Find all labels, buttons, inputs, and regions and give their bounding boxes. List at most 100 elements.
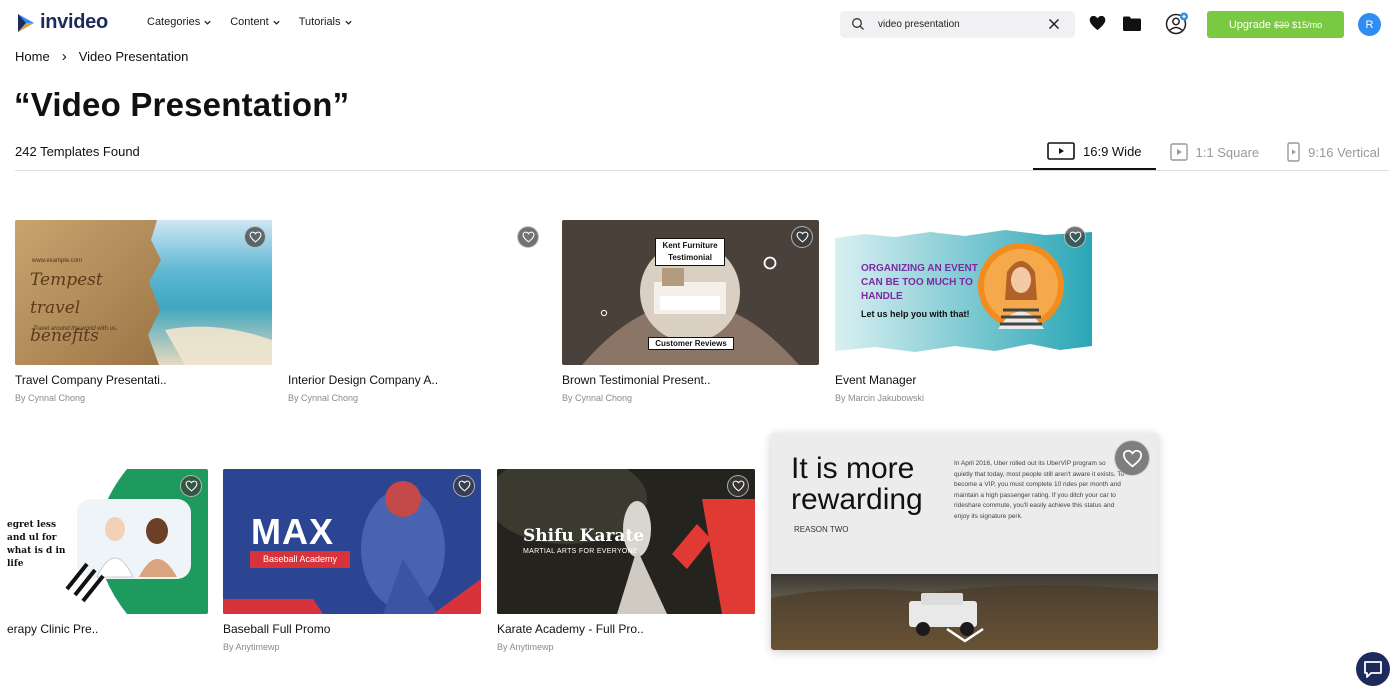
chat-icon bbox=[1364, 660, 1382, 678]
template-title[interactable]: Karate Academy - Full Pro.. bbox=[497, 622, 755, 636]
tab-1-1-label: 1:1 Square bbox=[1195, 144, 1260, 160]
upgrade-label: Upgrade bbox=[1228, 18, 1272, 31]
nav-content-label: Content bbox=[230, 16, 269, 28]
template-title[interactable]: Baseball Full Promo bbox=[223, 622, 481, 636]
tabs-divider bbox=[15, 170, 1389, 171]
favorite-button[interactable] bbox=[244, 226, 266, 248]
thumb-headline: ORGANIZING AN EVENT CAN BE TOO MUCH TO H… bbox=[861, 263, 978, 302]
brand-name: invideo bbox=[40, 11, 108, 33]
search-bar bbox=[840, 11, 1075, 38]
breadcrumb-current: Video Presentation bbox=[78, 49, 189, 64]
template-thumbnail[interactable]: Kent Furniture Testimonial Customer Revi… bbox=[562, 220, 819, 365]
template-author: By Cynnal Chong bbox=[15, 393, 86, 403]
tab-9-16-vertical[interactable]: 9:16 Vertical bbox=[1273, 134, 1394, 170]
template-card[interactable]: MAX Baseball Academy Baseball Full Promo… bbox=[223, 469, 481, 652]
thumb-subtext: REASON TWO bbox=[794, 525, 849, 534]
chevron-down-icon bbox=[344, 20, 352, 25]
breadcrumb-home[interactable]: Home bbox=[15, 49, 50, 64]
template-thumbnail[interactable]: egret less and ul for what is d in life bbox=[7, 469, 208, 614]
favorite-button[interactable] bbox=[1064, 226, 1086, 248]
thumb-body: In April 2016, Uber rolled out its UberV… bbox=[954, 460, 1125, 520]
template-thumbnail[interactable]: ORGANIZING AN EVENT CAN BE TOO MUCH TO H… bbox=[835, 220, 1092, 365]
nav-tutorials-label: Tutorials bbox=[298, 16, 341, 28]
top-header: invideo Categories Content Tutorials Upg… bbox=[0, 0, 1400, 46]
template-card-preview[interactable]: It is more rewarding REASON TWO In April… bbox=[771, 433, 1158, 650]
thumb-headline: MAX bbox=[251, 511, 334, 552]
template-card[interactable]: ORGANIZING AN EVENT CAN BE TOO MUCH TO H… bbox=[835, 220, 1092, 403]
thumb-top-label: Kent Furniture Testimonial bbox=[655, 238, 725, 266]
heart-icon[interactable] bbox=[1089, 15, 1106, 31]
template-author: By Marcin Jakubowski bbox=[835, 393, 925, 403]
favorite-button[interactable] bbox=[727, 475, 749, 497]
upgrade-old-price: $30 bbox=[1274, 19, 1290, 30]
chevron-down-icon bbox=[273, 20, 280, 25]
breadcrumb: Home › Video Presentation bbox=[15, 48, 188, 65]
template-thumbnail[interactable]: www.example.com Tempest travel benefits … bbox=[15, 220, 272, 365]
thumb-subtext: Travel around the world with us. bbox=[33, 326, 118, 332]
thumb-url-text: www.example.com bbox=[32, 258, 83, 264]
upgrade-button[interactable]: Upgrade $30 $15/mo bbox=[1207, 11, 1344, 38]
heart-outline-icon bbox=[522, 231, 534, 243]
template-author: By Cynnal Chong bbox=[288, 393, 359, 403]
brand-logo[interactable]: invideo bbox=[16, 11, 108, 34]
heart-outline-icon bbox=[732, 480, 744, 492]
main-nav: Categories Content Tutorials bbox=[147, 16, 353, 28]
favorite-button[interactable] bbox=[1114, 440, 1150, 476]
favorite-button[interactable] bbox=[180, 475, 202, 497]
page-title: “Video Presentation” bbox=[14, 86, 350, 123]
template-card[interactable]: www.example.com Tempest travel benefits … bbox=[15, 220, 272, 403]
template-author: By Cynnal Chong bbox=[562, 393, 633, 403]
template-title[interactable]: Travel Company Presentati.. bbox=[15, 373, 272, 387]
template-thumbnail[interactable]: It is more rewarding REASON TWO In April… bbox=[771, 433, 1158, 650]
nav-categories-label: Categories bbox=[147, 16, 201, 28]
thumb-headline: It is more rewarding bbox=[791, 452, 923, 516]
nav-categories[interactable]: Categories bbox=[147, 16, 212, 28]
user-avatar[interactable]: R bbox=[1358, 13, 1381, 36]
template-title[interactable]: Brown Testimonial Present.. bbox=[562, 373, 819, 387]
favorite-button[interactable] bbox=[791, 226, 813, 248]
favorite-button[interactable] bbox=[453, 475, 475, 497]
template-card[interactable]: egret less and ul for what is d in life … bbox=[7, 469, 208, 642]
tab-1-1-square[interactable]: 1:1 Square bbox=[1156, 134, 1274, 170]
template-title[interactable]: Interior Design Company A.. bbox=[288, 373, 545, 387]
template-title[interactable]: erapy Clinic Pre.. bbox=[7, 622, 208, 636]
template-thumbnail[interactable]: MAX Baseball Academy bbox=[223, 469, 481, 614]
template-thumbnail[interactable] bbox=[288, 220, 545, 365]
favorite-button[interactable] bbox=[517, 226, 539, 248]
clear-search-icon[interactable] bbox=[1047, 17, 1061, 31]
heart-outline-icon bbox=[1069, 231, 1081, 243]
search-icon[interactable] bbox=[851, 17, 865, 31]
thumb-subtext: MARTIAL ARTS FOR EVERYONE bbox=[523, 548, 638, 555]
template-card[interactable]: Shifu Karate MARTIAL ARTS FOR EVERYONE K… bbox=[497, 469, 755, 652]
chevron-down-icon bbox=[204, 20, 211, 25]
vertical-ratio-icon bbox=[1287, 142, 1300, 162]
search-input[interactable] bbox=[878, 16, 1038, 33]
aspect-ratio-tabs: 16:9 Wide 1:1 Square 9:16 Vertical bbox=[1033, 134, 1394, 170]
breadcrumb-separator: › bbox=[61, 48, 67, 65]
template-card[interactable]: Kent Furniture Testimonial Customer Revi… bbox=[562, 220, 819, 403]
nav-tutorials[interactable]: Tutorials bbox=[299, 16, 353, 28]
thumb-bottom-label: Customer Reviews bbox=[648, 337, 734, 350]
tab-16-9-label: 16:9 Wide bbox=[1083, 143, 1142, 159]
nav-content[interactable]: Content bbox=[230, 16, 281, 28]
wide-ratio-icon bbox=[1047, 142, 1075, 160]
thumb-headline: Tempest travel benefits bbox=[30, 270, 103, 346]
template-title[interactable]: Event Manager bbox=[835, 373, 1092, 387]
template-card[interactable]: Interior Design Company A.. By Cynnal Ch… bbox=[288, 220, 545, 403]
folder-icon[interactable] bbox=[1123, 16, 1141, 31]
heart-outline-icon bbox=[249, 231, 261, 243]
invideo-logo-icon bbox=[18, 13, 34, 32]
template-thumbnail[interactable]: Shifu Karate MARTIAL ARTS FOR EVERYONE bbox=[497, 469, 755, 614]
tab-16-9-wide[interactable]: 16:9 Wide bbox=[1033, 134, 1156, 170]
thumb-subtext: Baseball Academy bbox=[250, 551, 350, 568]
thumb-subtext: Let us help you with that! bbox=[861, 309, 970, 319]
account-icon[interactable] bbox=[1165, 12, 1189, 36]
template-author: By Anytimewp bbox=[223, 642, 280, 652]
chat-launcher-button[interactable] bbox=[1356, 652, 1390, 686]
heart-outline-icon bbox=[185, 480, 197, 492]
upgrade-price: $15/mo bbox=[1292, 19, 1323, 30]
heart-outline-icon bbox=[458, 480, 470, 492]
tab-9-16-label: 9:16 Vertical bbox=[1308, 144, 1380, 160]
square-ratio-icon bbox=[1169, 143, 1188, 161]
heart-outline-icon bbox=[796, 231, 808, 243]
